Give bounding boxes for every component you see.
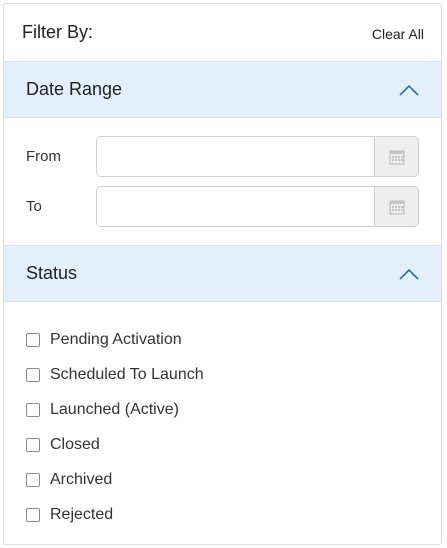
clear-all-button[interactable]: Clear All — [372, 26, 424, 42]
status-header[interactable]: Status — [4, 245, 441, 302]
status-option-label: Launched (Active) — [50, 400, 179, 418]
date-from-label: From — [26, 148, 61, 165]
chevron-up-icon[interactable] — [399, 268, 419, 280]
status-option-scheduled-to-launch[interactable]: Scheduled To Launch — [26, 357, 419, 392]
status-option-label: Pending Activation — [50, 330, 182, 348]
date-to-row: To — [26, 186, 419, 227]
date-to-calendar-button[interactable] — [374, 187, 418, 226]
chevron-up-icon[interactable] — [399, 84, 419, 96]
status-checkbox[interactable] — [26, 367, 40, 382]
status-body: Pending Activation Scheduled To Launch L… — [4, 302, 441, 532]
date-to-input[interactable] — [97, 187, 374, 226]
status-checkbox[interactable] — [26, 507, 40, 522]
filter-header: Filter By: Clear All — [4, 4, 441, 61]
calendar-icon — [389, 200, 404, 214]
date-range-body: From To — [4, 118, 441, 245]
date-from-row: From — [26, 136, 419, 177]
status-option-label: Closed — [50, 435, 100, 453]
status-checkbox[interactable] — [26, 472, 40, 487]
filter-title: Filter By: — [22, 22, 94, 42]
date-range-title: Date Range — [26, 79, 123, 99]
status-option-rejected[interactable]: Rejected — [26, 497, 419, 532]
date-to-label: To — [26, 198, 42, 215]
status-option-launched-active[interactable]: Launched (Active) — [26, 392, 419, 427]
status-option-pending-activation[interactable]: Pending Activation — [26, 322, 419, 357]
status-checkbox[interactable] — [26, 437, 40, 452]
status-option-label: Scheduled To Launch — [50, 365, 204, 383]
filter-panel: Filter By: Clear All Date Range From To … — [3, 3, 442, 545]
status-title: Status — [26, 263, 78, 283]
date-from-input[interactable] — [97, 137, 374, 176]
status-option-closed[interactable]: Closed — [26, 427, 419, 462]
date-to-field — [96, 186, 419, 227]
status-checkbox[interactable] — [26, 332, 40, 347]
date-from-field — [96, 136, 419, 177]
status-option-archived[interactable]: Archived — [26, 462, 419, 497]
date-from-calendar-button[interactable] — [374, 137, 418, 176]
date-range-header[interactable]: Date Range — [4, 61, 441, 118]
status-checkbox[interactable] — [26, 402, 40, 417]
calendar-icon — [389, 150, 404, 164]
status-option-label: Rejected — [50, 505, 114, 523]
status-option-label: Archived — [50, 470, 113, 488]
